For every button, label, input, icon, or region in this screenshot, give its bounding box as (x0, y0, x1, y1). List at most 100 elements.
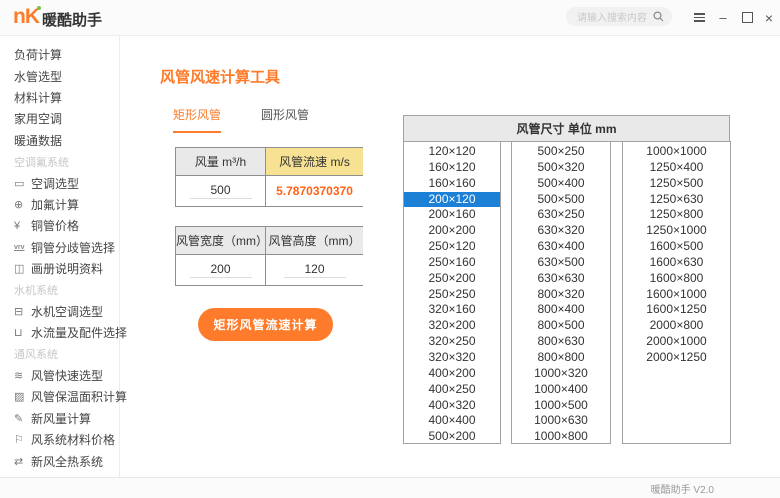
duct-size-panel-header: 风管尺寸 单位 mm (403, 115, 730, 142)
maximize-icon[interactable] (736, 7, 758, 29)
duct-size-item[interactable]: 250×250 (404, 287, 500, 303)
duct-size-item[interactable]: 1000×320 (512, 366, 610, 382)
duct-size-item[interactable]: 630×320 (512, 223, 610, 239)
duct-size-item[interactable]: 250×120 (404, 239, 500, 255)
catalog-docs-icon: ◫ (14, 263, 25, 276)
duct-width-header: 风管宽度（mm） (176, 227, 268, 255)
sidebar-item[interactable]: vrv 铜管分歧管选择 (0, 237, 119, 258)
duct-size-item[interactable]: 400×250 (404, 382, 500, 398)
duct-size-item[interactable]: 1000×500 (512, 398, 610, 414)
duct-size-item[interactable]: 800×320 (512, 287, 610, 303)
duct-width-input[interactable] (189, 262, 252, 278)
duct-size-item[interactable]: 400×200 (404, 366, 500, 382)
sidebar-group-header: 空调氟系统 (14, 156, 69, 169)
tab-round-duct[interactable]: 圆形风管 (261, 106, 309, 133)
sidebar-item[interactable]: ◫ 画册说明资料 (0, 258, 119, 279)
flow-input[interactable] (189, 183, 252, 199)
duct-size-item[interactable]: 200×200 (404, 223, 500, 239)
duct-size-item[interactable]: 320×200 (404, 318, 500, 334)
duct-size-item[interactable]: 1250×800 (623, 207, 730, 223)
duct-size-item[interactable]: 200×160 (404, 207, 500, 223)
sidebar-item[interactable]: 负荷计算 (0, 44, 119, 65)
sidebar-item[interactable]: ✎ 新风量计算 (0, 408, 119, 429)
close-icon[interactable]: × (758, 7, 780, 29)
duct-size-item[interactable]: 1250×1000 (623, 223, 730, 239)
sidebar-item-label: 加氟计算 (31, 197, 80, 212)
duct-size-item[interactable]: 500×400 (512, 176, 610, 192)
sidebar-item-label: 家用空调 (14, 112, 63, 127)
duct-size-item[interactable]: 630×400 (512, 239, 610, 255)
duct-size-item[interactable]: 1250×400 (623, 160, 730, 176)
sidebar-item[interactable]: ▨ 风管保温面积计算 (0, 386, 127, 407)
duct-size-item[interactable]: 1600×1000 (623, 287, 730, 303)
duct-size-item[interactable]: 630×630 (512, 271, 610, 287)
sidebar-item[interactable]: 材料计算 (0, 87, 119, 108)
page-title: 风管风速计算工具 (160, 69, 281, 86)
duct-size-item[interactable]: 400×400 (404, 413, 500, 429)
velocity-result: 5.7870370370 (276, 184, 353, 198)
duct-size-item[interactable]: 1000×1000 (623, 144, 730, 160)
sidebar-item[interactable]: 家用空调 (0, 108, 119, 129)
duct-quick-select-icon: ≋ (14, 370, 24, 383)
search-input[interactable]: 请输入搜索内容 (566, 7, 672, 26)
sidebar-item-label: 画册说明资料 (31, 262, 104, 277)
duct-size-item[interactable]: 320×320 (404, 350, 500, 366)
duct-size-item[interactable]: 1600×500 (623, 239, 730, 255)
duct-size-item[interactable]: 1000×630 (512, 413, 610, 429)
app-version: 暖酷助手 V2.0 (650, 484, 714, 496)
duct-size-item[interactable]: 1250×500 (623, 176, 730, 192)
copper-price-icon: ¥ (14, 219, 21, 232)
calculate-button[interactable]: 矩形风管流速计算 (198, 308, 333, 341)
duct-size-item[interactable]: 200×120 (404, 191, 500, 208)
tab-rectangular-duct[interactable]: 矩形风管 (173, 106, 222, 133)
duct-size-list-2: 500×250 500×320 500×400 500×500 630×250 630×3… (511, 141, 611, 444)
duct-size-item[interactable]: 320×250 (404, 334, 500, 350)
duct-size-item[interactable]: 250×200 (404, 271, 500, 287)
duct-size-item[interactable]: 800×800 (512, 350, 610, 366)
duct-size-item[interactable]: 1250×630 (623, 192, 730, 208)
sidebar-item[interactable]: ⊟ 水机空调选型 (0, 301, 119, 322)
water-flow-fittings-icon: ⊔ (14, 327, 23, 340)
sidebar-item[interactable]: ⊔ 水流量及配件选择 (0, 322, 127, 343)
sidebar-item[interactable]: ≋ 风管快速选型 (0, 365, 119, 386)
duct-size-item[interactable]: 800×400 (512, 302, 610, 318)
duct-size-item[interactable]: 1600×630 (623, 255, 730, 271)
duct-size-item[interactable]: 1000×400 (512, 382, 610, 398)
sidebar-item-label: 风管快速选型 (31, 369, 104, 384)
sidebar-item[interactable]: 暖通数据 (0, 130, 119, 151)
duct-size-item[interactable]: 250×160 (404, 255, 500, 271)
duct-size-item[interactable]: 160×120 (404, 160, 500, 176)
duct-size-item[interactable]: 630×250 (512, 207, 610, 223)
duct-size-item[interactable]: 500×250 (512, 144, 610, 160)
duct-size-item[interactable]: 120×120 (404, 144, 500, 160)
duct-size-item[interactable]: 2000×1250 (623, 350, 730, 366)
minimize-icon[interactable]: – (712, 7, 734, 29)
duct-size-item[interactable]: 2000×800 (623, 318, 730, 334)
search-icon[interactable] (653, 11, 664, 22)
duct-size-item[interactable]: 2000×1000 (623, 334, 730, 350)
duct-size-item[interactable]: 400×320 (404, 398, 500, 414)
duct-size-item[interactable]: 500×500 (512, 192, 610, 208)
menu-icon[interactable] (688, 7, 710, 29)
duct-size-item[interactable]: 1000×800 (512, 429, 610, 443)
duct-size-item[interactable]: 800×630 (512, 334, 610, 350)
sidebar-item-label: 铜管分歧管选择 (31, 240, 116, 255)
sidebar-item[interactable]: ⇄ 新风全热系统 (0, 450, 119, 471)
sidebar-item[interactable]: 水管选型 (0, 65, 119, 86)
sidebar-item-label: 铜管价格 (31, 219, 80, 234)
sidebar-item[interactable]: ⊕ 加氟计算 (0, 194, 119, 215)
duct-size-item[interactable]: 630×500 (512, 255, 610, 271)
duct-size-item[interactable]: 800×500 (512, 318, 610, 334)
sidebar-item[interactable]: ¥ 铜管价格 (0, 215, 119, 236)
duct-size-item[interactable]: 1600×800 (623, 271, 730, 287)
sidebar-item[interactable]: ▭ 空调选型 (0, 172, 119, 193)
duct-size-item[interactable]: 160×160 (404, 176, 500, 192)
sidebar-item[interactable]: ⚐ 风系统材料价格 (0, 429, 119, 450)
duct-size-item[interactable]: 500×200 (404, 429, 500, 443)
duct-size-item[interactable]: 500×320 (512, 160, 610, 176)
sidebar-item-label: 空调选型 (31, 176, 80, 191)
duct-height-input[interactable] (283, 262, 346, 278)
duct-size-item[interactable]: 320×160 (404, 302, 500, 318)
title-bar: nK 暖酷助手 请输入搜索内容 – × (0, 0, 780, 36)
duct-size-item[interactable]: 1600×1250 (623, 302, 730, 318)
